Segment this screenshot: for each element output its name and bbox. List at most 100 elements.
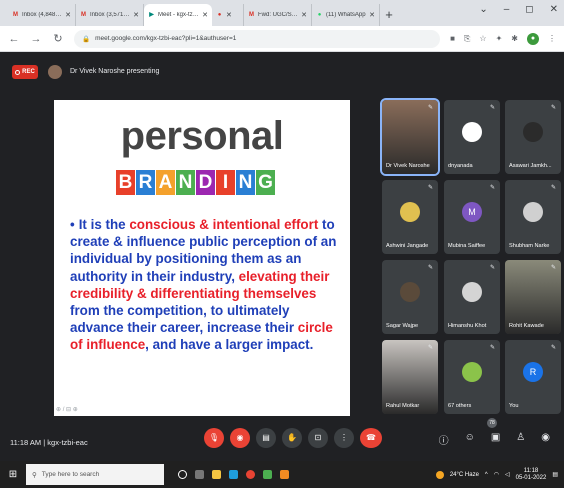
gmail-icon: M — [249, 11, 254, 18]
participant-name: Shubham Narke — [509, 243, 550, 249]
windows-start-icon[interactable]: ⊞ — [0, 469, 26, 480]
browser-tab[interactable]: M Fwd: UGC/SPPU/Workshop on Br ✕ — [244, 4, 312, 26]
bookmark-star-icon[interactable]: ☆ — [479, 34, 486, 43]
participant-tile[interactable]: ✎ Asawari Jamkh... — [505, 100, 561, 174]
people-icon[interactable]: ☺ — [465, 432, 475, 447]
cortana-icon[interactable] — [178, 470, 187, 479]
slide-emphasis-text: conscious & intentional effort — [129, 217, 319, 232]
participant-tile[interactable]: R ✎ You — [505, 340, 561, 414]
participant-name: 67 others — [448, 403, 472, 409]
new-tab-button[interactable]: + — [380, 4, 398, 26]
camera-icon[interactable]: ■ — [450, 34, 455, 43]
notifications-icon[interactable]: ▤ — [552, 471, 558, 478]
participant-tile[interactable]: ✎ Sagar Wajpe — [382, 260, 438, 334]
participant-avatar — [462, 122, 482, 142]
participant-tile[interactable]: ✎ Dr Vivek Naroshe — [380, 98, 440, 176]
tray-arrow-icon[interactable]: ^ — [485, 472, 488, 478]
close-tab-icon[interactable]: ✕ — [65, 11, 71, 19]
meeting-side-controls: ⓘ ☺ ▣ ♙ ◉ — [439, 432, 550, 447]
participant-tile[interactable]: ✎ Rohit Kawade — [505, 260, 561, 334]
mic-muted-icon: ✎ — [489, 345, 495, 351]
participant-tile[interactable]: M ✎ Mubina Saiffee — [444, 180, 500, 254]
participant-avatar — [462, 362, 482, 382]
slide-zoom-controls[interactable]: ⊕ / ⊟ ⊕ — [56, 406, 78, 413]
close-tab-icon[interactable]: ✕ — [133, 11, 139, 19]
info-icon[interactable]: ⓘ — [439, 432, 449, 447]
record-icon — [15, 69, 21, 75]
participant-avatar: M — [462, 202, 482, 222]
browser-tab[interactable]: M Inbox (4,848) - dnyaneshwar ✕ — [8, 4, 76, 26]
menu-icon[interactable]: ⋮ — [548, 34, 556, 43]
search-placeholder: Type here to search — [41, 471, 100, 478]
branding-letter: D — [196, 170, 215, 195]
participant-avatar — [462, 282, 482, 302]
activities-icon[interactable]: ♙ — [516, 432, 525, 447]
close-window-icon[interactable]: ✕ — [550, 4, 558, 15]
browser-tab-bar: M Inbox (4,848) - dnyaneshwar ✕ M Inbox … — [0, 0, 564, 26]
slide-text: , and have a larger impact. — [145, 337, 314, 353]
participant-tile[interactable]: ✎ 67 others — [444, 340, 500, 414]
raise-hand-button[interactable]: ✋ — [282, 428, 302, 448]
system-tray: 24°C Haze ^ ◠ ◁ 11:18 05-01-2022 ▤ — [435, 468, 564, 482]
extension-icon[interactable]: ✦ — [496, 34, 503, 43]
close-tab-icon[interactable]: ✕ — [301, 11, 307, 19]
share-icon[interactable]: ⎘ — [464, 34, 470, 44]
browser-tab-active[interactable]: ▶ Meet - kgx-tzbi-eac ✕ — [144, 4, 212, 26]
weather-icon — [435, 470, 444, 479]
chrome-icon[interactable] — [246, 470, 255, 479]
participant-tile[interactable]: ✎ Rahul Motkar — [382, 340, 438, 414]
address-bar[interactable]: 🔒 meet.google.com/kgx-tzbi-eac?pli=1&aut… — [74, 29, 441, 48]
maximize-icon[interactable]: ◻ — [525, 4, 533, 15]
mic-muted-icon: ✎ — [427, 345, 433, 351]
leave-call-button[interactable]: ☎ — [360, 428, 382, 448]
meet-icon: ▶ — [149, 11, 154, 18]
participant-tile[interactable]: ✎ Shubham Narke — [505, 180, 561, 254]
chat-icon[interactable]: ▣ — [491, 432, 500, 447]
camera-off-button[interactable]: ◉ — [230, 428, 250, 448]
captions-button[interactable]: ▤ — [256, 428, 276, 448]
minimize-icon[interactable]: – — [504, 4, 510, 15]
volume-icon[interactable]: ◁ — [505, 471, 510, 478]
gmail-icon: M — [13, 11, 18, 18]
more-options-button[interactable]: ⋮ — [334, 428, 354, 448]
browser-tab[interactable]: ● (11) WhatsApp ✕ — [312, 4, 380, 26]
tab-title: (11) WhatsApp — [326, 12, 366, 18]
edge-icon[interactable] — [229, 470, 238, 479]
slide-text: from the competition, to ultimately adva… — [70, 303, 298, 336]
weather-text[interactable]: 24°C Haze — [450, 472, 479, 478]
app-icon[interactable] — [280, 470, 289, 479]
tab-search-icon[interactable]: ⌄ — [479, 4, 487, 15]
tab-title: Meet - kgx-tzbi-eac — [158, 12, 200, 18]
participant-name: Ashwini Jangade — [386, 243, 429, 249]
participant-tile[interactable]: ✎ Himanshu Khot — [444, 260, 500, 334]
participant-tile[interactable]: ✎ Ashwini Jangade — [382, 180, 438, 254]
browser-tab[interactable]: ● ✕ — [212, 4, 244, 26]
mic-muted-icon: ✎ — [489, 105, 495, 111]
participant-name: Himanshu Khot — [448, 323, 487, 329]
taskbar-search[interactable]: ⚲ Type here to search — [26, 464, 164, 485]
taskbar-clock[interactable]: 11:18 05-01-2022 — [516, 468, 547, 482]
participant-name: Dr Vivek Naroshe — [386, 163, 430, 169]
browser-tab[interactable]: M Inbox (3,571) - rajeshkumar ✕ — [76, 4, 144, 26]
gmail-icon: M — [81, 11, 86, 18]
present-button[interactable]: ⊡ — [308, 428, 328, 448]
back-icon[interactable]: ← — [8, 33, 20, 45]
mic-muted-icon: ✎ — [550, 185, 556, 191]
call-controls: 🎙 ◉ ▤ ✋ ⊡ ⋮ ☎ — [204, 428, 382, 448]
file-explorer-icon[interactable] — [212, 470, 221, 479]
profile-avatar[interactable]: ● — [527, 32, 539, 45]
participant-tile[interactable]: ✎ dnyanada — [444, 100, 500, 174]
forward-icon[interactable]: → — [30, 33, 42, 45]
mic-off-button[interactable]: 🎙 — [204, 428, 224, 448]
close-tab-icon[interactable]: ✕ — [202, 11, 208, 19]
participant-name: You — [509, 403, 519, 409]
app-icon[interactable] — [263, 470, 272, 479]
close-tab-icon[interactable]: ✕ — [369, 11, 375, 19]
reload-icon[interactable]: ↻ — [52, 32, 64, 45]
close-tab-icon[interactable]: ✕ — [226, 11, 232, 19]
host-controls-icon[interactable]: ◉ — [541, 432, 550, 447]
wifi-icon[interactable]: ◠ — [494, 471, 499, 478]
puzzle-icon[interactable]: ✱ — [511, 34, 518, 43]
meeting-code: kgx-tzbi-eac — [47, 438, 88, 447]
task-view-icon[interactable] — [195, 470, 204, 479]
